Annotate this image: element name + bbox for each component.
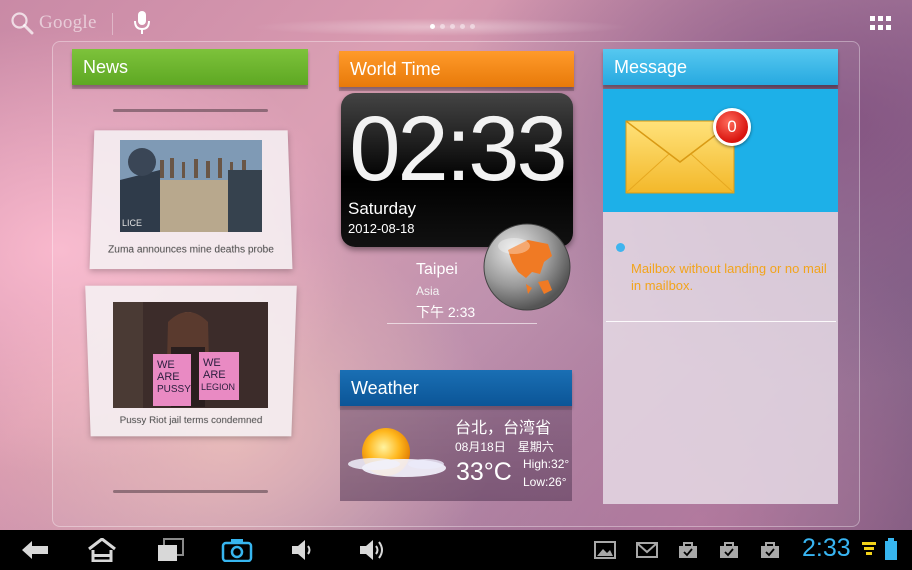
weather-high: High:32°	[523, 457, 569, 471]
recent-apps-icon	[156, 538, 184, 562]
world-time-header[interactable]: World Time	[339, 51, 574, 87]
svg-text:WE: WE	[203, 357, 221, 369]
unread-count-badge: 0	[713, 108, 751, 146]
message-header[interactable]: Message	[603, 49, 838, 85]
page-indicator	[430, 24, 475, 29]
weather-temperature: 33°C	[456, 458, 512, 487]
search-icon	[10, 11, 34, 35]
news-photo[interactable]: WE ARE PUSSY WE ARE LEGION	[113, 302, 268, 408]
back-arrow-icon	[20, 539, 50, 561]
news-caption: Pussy Riot jail terms condemned	[90, 415, 292, 425]
city-region: Asia	[416, 284, 439, 298]
news-header[interactable]: News	[72, 49, 308, 85]
shopping-bag-icon[interactable]	[678, 541, 698, 559]
svg-text:ARE: ARE	[203, 369, 226, 381]
page-dot	[470, 24, 475, 29]
page-dot	[430, 24, 435, 29]
message-bullet	[616, 243, 625, 252]
screenshot-button[interactable]	[219, 536, 255, 564]
google-search-bar[interactable]: Google	[10, 8, 97, 38]
city-name: Taipei	[416, 261, 458, 279]
clock-date: 2012-08-18	[348, 221, 415, 236]
volume-up-icon	[358, 538, 388, 562]
weather-header[interactable]: Weather	[340, 370, 572, 406]
svg-text:WE: WE	[157, 359, 175, 371]
shopping-bag-icon[interactable]	[760, 541, 780, 559]
gallery-icon[interactable]	[594, 541, 616, 559]
svg-text:LICE: LICE	[122, 218, 142, 228]
news-photo[interactable]: LICE	[120, 140, 262, 232]
mailbox-status-text: Mailbox without landing or no mail in ma…	[631, 260, 831, 294]
system-clock[interactable]: 2:33	[802, 534, 851, 563]
wifi-icon	[862, 540, 876, 558]
message-divider	[606, 321, 836, 322]
sun-cloud-icon	[344, 424, 448, 486]
svg-text:LEGION: LEGION	[201, 382, 235, 392]
home-button[interactable]	[85, 536, 119, 564]
gmail-icon[interactable]	[636, 541, 658, 559]
shopping-bag-icon[interactable]	[719, 541, 739, 559]
city-local-time: 下午 2:33	[416, 302, 475, 322]
google-label: Google	[39, 12, 97, 34]
home-icon	[87, 538, 117, 562]
news-caption: Zuma announces mine deaths probe	[90, 244, 292, 255]
battery-icon	[885, 538, 897, 560]
svg-text:ARE: ARE	[157, 371, 180, 383]
recent-apps-button[interactable]	[153, 536, 187, 564]
mic-icon[interactable]	[132, 10, 152, 36]
weather-date: 08月18日 星期六	[455, 438, 554, 455]
page-dot	[460, 24, 465, 29]
volume-up-button[interactable]	[357, 536, 389, 564]
city-divider	[387, 323, 537, 324]
weather-city: 台北，台湾省	[455, 414, 551, 438]
clock-day: Saturday	[348, 199, 416, 219]
back-button[interactable]	[18, 536, 52, 564]
weather-low: Low:26°	[523, 475, 567, 489]
news-divider-top	[113, 109, 268, 112]
page-dot	[450, 24, 455, 29]
news-divider-bottom	[113, 490, 268, 493]
globe-icon[interactable]	[482, 222, 572, 312]
search-divider	[112, 13, 113, 35]
volume-down-button[interactable]	[288, 536, 318, 564]
camera-icon	[221, 538, 253, 562]
volume-down-icon	[290, 538, 316, 562]
clock-time: 02:33	[341, 99, 573, 199]
message-list-panel[interactable]	[603, 212, 838, 504]
apps-grid-icon[interactable]	[870, 16, 892, 32]
svg-text:PUSSY: PUSSY	[157, 384, 191, 395]
page-dot	[440, 24, 445, 29]
